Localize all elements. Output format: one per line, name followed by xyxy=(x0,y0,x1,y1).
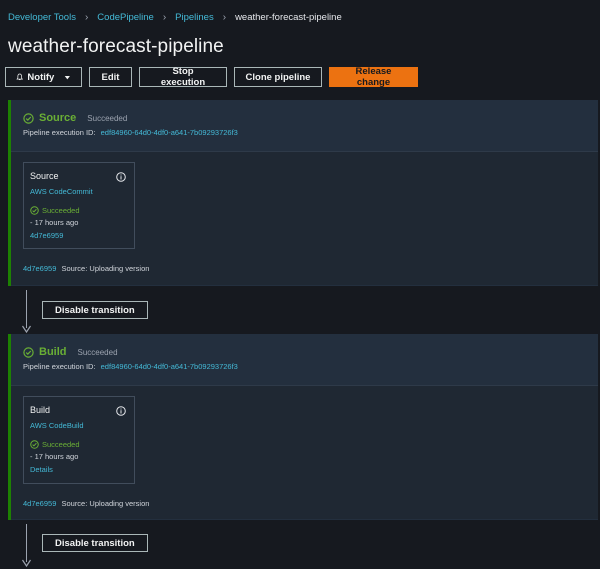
stage-source: Source Succeeded Pipeline execution ID: … xyxy=(8,100,598,286)
transition-arrow-line xyxy=(26,524,27,562)
execution-id-link[interactable]: edf84960-64d0-4df0-a641-7b09293726f3 xyxy=(101,362,238,371)
chevron-right-icon: › xyxy=(222,12,227,23)
stage-name: Source xyxy=(39,112,77,124)
revision-text: Source: Uploading version xyxy=(61,264,150,273)
revision-line: 4d7e6959 Source: Uploading version xyxy=(23,499,598,508)
revision-id-link[interactable]: 4d7e6959 xyxy=(23,264,56,273)
disable-transition-button[interactable]: Disable transition xyxy=(42,301,148,319)
action-name: Source xyxy=(30,171,59,181)
breadcrumb-current: weather-forecast-pipeline xyxy=(235,12,342,23)
action-provider-link[interactable]: AWS CodeCommit xyxy=(30,187,128,196)
stage-header: Build Succeeded Pipeline execution ID: e… xyxy=(11,334,598,374)
check-circle-icon xyxy=(30,440,39,449)
pipeline-execution-line: Pipeline execution ID: edf84960-64d0-4df… xyxy=(23,128,598,137)
edit-button[interactable]: Edit xyxy=(89,67,132,87)
clone-pipeline-button[interactable]: Clone pipeline xyxy=(234,67,322,87)
pipeline-toolbar: Notify Edit Stop execution Clone pipelin… xyxy=(5,66,418,88)
stage-name: Build xyxy=(39,346,67,358)
stage-body: Source AWS CodeCommit Succeeded - 17 hou… xyxy=(11,151,598,285)
breadcrumb-codepipeline[interactable]: CodePipeline xyxy=(97,12,154,23)
stage-body: Build AWS CodeBuild Succeeded - 17 hours… xyxy=(11,385,598,519)
page-title: weather-forecast-pipeline xyxy=(8,36,224,57)
stop-execution-button[interactable]: Stop execution xyxy=(139,66,227,88)
check-circle-icon xyxy=(23,346,34,358)
action-commit-link[interactable]: 4d7e6959 xyxy=(30,231,128,240)
breadcrumb: Developer Tools › CodePipeline › Pipelin… xyxy=(8,12,342,23)
action-time: - 17 hours ago xyxy=(30,218,79,227)
info-icon[interactable] xyxy=(116,172,126,182)
check-circle-icon xyxy=(23,112,34,124)
disable-transition-button[interactable]: Disable transition xyxy=(42,534,148,552)
bell-icon xyxy=(16,73,24,81)
transition-source-build: Disable transition xyxy=(20,290,160,334)
action-name: Build xyxy=(30,405,51,415)
execution-id-label: Pipeline execution ID: xyxy=(23,362,96,371)
pipeline-execution-line: Pipeline execution ID: edf84960-64d0-4df… xyxy=(23,362,598,371)
revision-text: Source: Uploading version xyxy=(61,499,150,508)
arrow-down-icon xyxy=(22,325,31,334)
chevron-right-icon: › xyxy=(162,12,167,23)
notify-button[interactable]: Notify xyxy=(5,67,82,87)
execution-id-label: Pipeline execution ID: xyxy=(23,128,96,137)
breadcrumb-developer-tools[interactable]: Developer Tools xyxy=(8,12,76,23)
action-card-source: Source AWS CodeCommit Succeeded - 17 hou… xyxy=(23,162,135,249)
execution-id-link[interactable]: edf84960-64d0-4df0-a641-7b09293726f3 xyxy=(101,128,238,137)
action-status-text: Succeeded xyxy=(42,206,80,215)
revision-line: 4d7e6959 Source: Uploading version xyxy=(23,264,598,273)
action-details-link[interactable]: Details xyxy=(30,465,128,474)
transition-build-next: Disable transition xyxy=(20,524,160,569)
release-change-button[interactable]: Release change xyxy=(329,66,418,88)
action-status-text: Succeeded xyxy=(42,440,80,449)
stage-build: Build Succeeded Pipeline execution ID: e… xyxy=(8,334,598,520)
action-provider-link[interactable]: AWS CodeBuild xyxy=(30,421,128,430)
action-card-build: Build AWS CodeBuild Succeeded - 17 hours… xyxy=(23,396,135,484)
stage-status: Succeeded xyxy=(77,347,118,357)
caret-down-icon xyxy=(65,75,71,79)
transition-arrow-line xyxy=(26,290,27,328)
breadcrumb-pipelines[interactable]: Pipelines xyxy=(175,12,214,23)
stage-header: Source Succeeded Pipeline execution ID: … xyxy=(11,100,598,140)
action-time: - 17 hours ago xyxy=(30,452,79,461)
action-status: Succeeded xyxy=(30,440,128,449)
revision-id-link[interactable]: 4d7e6959 xyxy=(23,499,56,508)
notify-label: Notify xyxy=(27,71,55,83)
check-circle-icon xyxy=(30,206,39,215)
stage-status: Succeeded xyxy=(87,113,128,123)
arrow-down-icon xyxy=(22,559,31,568)
chevron-right-icon: › xyxy=(84,12,89,23)
action-status: Succeeded xyxy=(30,206,128,215)
info-icon[interactable] xyxy=(116,406,126,416)
